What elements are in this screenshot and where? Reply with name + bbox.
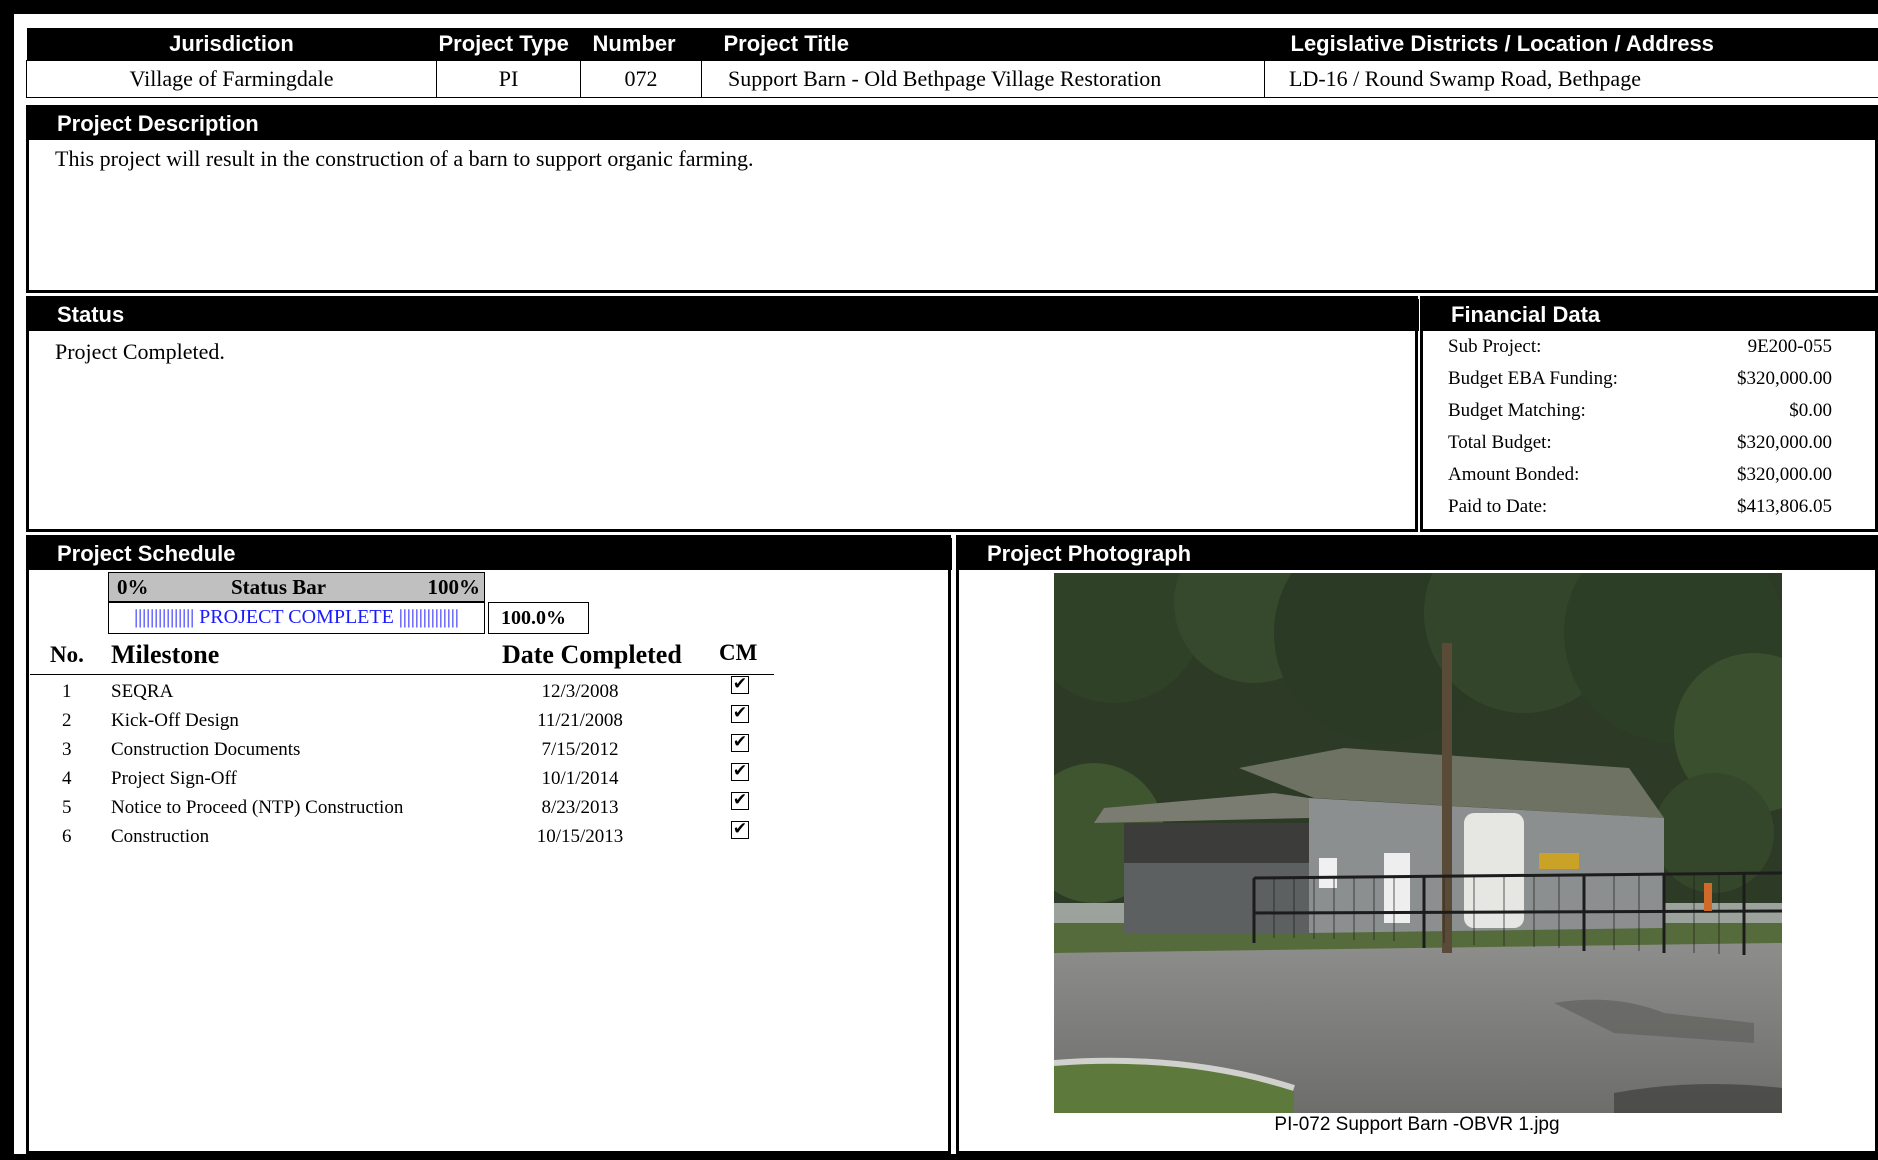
milestone-date: 10/1/2014: [541, 768, 619, 789]
status-title: Status: [29, 299, 1419, 331]
status-bar-max-label: 100%: [427, 575, 481, 599]
status-percent: 100.0%: [488, 602, 589, 634]
col-no-header: No.: [50, 642, 84, 667]
milestone-name: Construction: [111, 826, 210, 847]
milestone-name: Notice to Proceed (NTP) Construction: [111, 797, 404, 818]
milestone-column-headers: No. Milestone Date Completed CM: [30, 638, 774, 675]
financial-label: Sub Project:: [1448, 336, 1542, 357]
milestone-name: Construction Documents: [111, 739, 301, 760]
financial-label: Amount Bonded:: [1448, 464, 1580, 485]
completed-checkbox-icon: ✔: [731, 674, 749, 694]
milestone-date: 8/23/2013: [541, 797, 619, 818]
col-cm-header: CM: [719, 640, 758, 665]
milestone-date: 10/15/2013: [536, 826, 624, 847]
schedule-title: Project Schedule: [29, 538, 952, 570]
milestone-row: 1 SEQRA 12/3/2008 ✔: [30, 674, 774, 706]
status-text: Project Completed.: [55, 339, 225, 364]
completed-checkbox-icon: ✔: [731, 790, 749, 810]
header-jurisdiction: Jurisdiction: [26, 28, 437, 61]
number-value: 072: [580, 60, 702, 98]
project-photo: [1054, 573, 1782, 1113]
col-milestone-header: Milestone: [111, 640, 220, 669]
milestone-name: Project Sign-Off: [111, 768, 237, 789]
project-title-value: Support Barn - Old Bethpage Village Rest…: [701, 60, 1265, 98]
financial-value: $0.00: [1789, 400, 1832, 421]
milestone-number: 2: [62, 710, 72, 731]
milestone-number: 1: [62, 681, 72, 702]
status-bar-track: ||||||||||||||| PROJECT COMPLETE |||||||…: [108, 602, 485, 634]
status-bar-title: Status Bar: [231, 575, 327, 599]
header-location: Legislative Districts / Location / Addre…: [1264, 28, 1878, 61]
description-title: Project Description: [29, 108, 1878, 140]
jurisdiction-value: Village of Farmingdale: [26, 60, 437, 98]
project-header-table: Jurisdiction Project Type Number Project…: [26, 28, 1878, 98]
description-section: Project Description This project will re…: [26, 105, 1878, 293]
header-row: Jurisdiction Project Type Number Project…: [26, 28, 1878, 61]
completed-checkbox-icon: ✔: [731, 761, 749, 781]
financial-value: $320,000.00: [1737, 368, 1832, 389]
financial-label: Total Budget:: [1448, 432, 1552, 453]
milestone-row: 4 Project Sign-Off 10/1/2014 ✔: [30, 761, 774, 793]
location-value: LD-16 / Round Swamp Road, Bethpage: [1264, 60, 1878, 98]
values-row: Village of Farmingdale PI 072 Support Ba…: [26, 60, 1878, 98]
milestone-name: Kick-Off Design: [111, 710, 239, 731]
description-text: This project will result in the construc…: [55, 146, 754, 171]
financial-row: Budget Matching: $0.00: [1448, 395, 1832, 427]
completed-checkbox-icon: ✔: [731, 703, 749, 723]
financial-row: Total Budget: $320,000.00: [1448, 427, 1832, 459]
col-date-header: Date Completed: [502, 640, 682, 669]
financial-value: $320,000.00: [1737, 432, 1832, 453]
milestone-number: 6: [62, 826, 72, 847]
milestone-date: 11/21/2008: [537, 710, 623, 731]
status-bar-header: 0% Status Bar 100%: [108, 572, 485, 602]
milestone-row: 6 Construction 10/15/2013 ✔: [30, 819, 774, 851]
header-number: Number: [580, 28, 702, 61]
photo-title: Project Photograph: [959, 538, 1878, 570]
milestone-number: 5: [62, 797, 72, 818]
financial-value: $413,806.05: [1737, 496, 1832, 517]
milestone-date: 7/15/2012: [541, 739, 619, 760]
financial-value: $320,000.00: [1737, 464, 1832, 485]
financial-row: Paid to Date: $413,806.05: [1448, 491, 1832, 523]
milestone-date: 12/3/2008: [541, 681, 619, 702]
financial-label: Budget EBA Funding:: [1448, 368, 1618, 389]
financial-row: Sub Project: 9E200-055: [1448, 331, 1832, 363]
milestone-number: 4: [62, 768, 72, 789]
milestone-row: 2 Kick-Off Design 11/21/2008 ✔: [30, 703, 774, 735]
milestone-name: SEQRA: [111, 681, 174, 702]
photo-caption: PI-072 Support Barn -OBVR 1.jpg: [1274, 1114, 1560, 1135]
status-bar-min-label: 0%: [117, 575, 149, 599]
financial-value: 9E200-055: [1747, 336, 1832, 357]
financial-label: Budget Matching:: [1448, 400, 1586, 421]
financial-row: Amount Bonded: $320,000.00: [1448, 459, 1832, 491]
milestone-row: 5 Notice to Proceed (NTP) Construction 8/2…: [30, 790, 774, 822]
financial-label: Paid to Date:: [1448, 496, 1548, 517]
completed-checkbox-icon: ✔: [731, 732, 749, 752]
completed-checkbox-icon: ✔: [731, 819, 749, 839]
milestone-row: 3 Construction Documents 7/15/2012 ✔: [30, 732, 774, 764]
header-project-title: Project Title: [701, 28, 1265, 61]
status-bar-text: ||||||||||||||| PROJECT COMPLETE |||||||…: [134, 606, 459, 628]
financial-title: Financial Data: [1423, 299, 1878, 331]
project-type-value: PI: [436, 60, 581, 98]
status-section: Status Project Completed.: [26, 296, 1419, 532]
milestone-number: 3: [62, 739, 72, 760]
header-project-type: Project Type: [436, 28, 581, 61]
financial-row: Budget EBA Funding: $320,000.00: [1448, 363, 1832, 395]
